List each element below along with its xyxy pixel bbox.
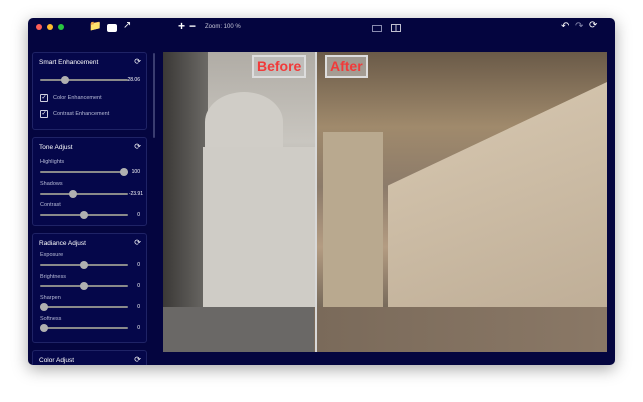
shadows-slider[interactable] xyxy=(40,190,128,198)
contrast-slider[interactable] xyxy=(40,211,128,219)
checkbox-label: Color Enhancement xyxy=(53,95,102,101)
sidebar-scrollbar[interactable] xyxy=(153,53,155,138)
checkbox-label: Contrast Enhancement xyxy=(53,111,110,117)
slider-knob[interactable] xyxy=(39,324,48,332)
smart-enhancement-panel: Smart Enhancement ⟳ 28.06 ✓ Color Enhanc… xyxy=(32,52,147,130)
clock-tower xyxy=(323,132,383,307)
zoom-level: Zoom: 100 % xyxy=(205,24,241,30)
slider-label: Shadows xyxy=(40,181,63,187)
zoom-in-button[interactable]: + xyxy=(178,19,185,33)
panel-title: Color Adjust xyxy=(39,357,75,364)
slider-value: 0 xyxy=(137,262,140,268)
slider-value: 0 xyxy=(137,212,140,218)
reset-icon[interactable]: ⟳ xyxy=(134,57,141,66)
split-divider-handle[interactable] xyxy=(315,52,317,352)
color-enhancement-checkbox[interactable]: ✓ xyxy=(40,94,48,102)
color-adjust-panel: Color Adjust ⟳ xyxy=(32,350,147,365)
softness-slider[interactable] xyxy=(39,324,128,332)
slider-value: 28.06 xyxy=(127,77,140,83)
slider-label: Contrast xyxy=(40,202,61,208)
slider-value: 0 xyxy=(137,325,140,331)
panel-title: Radiance Adjust xyxy=(39,240,86,247)
slider-label: Sharpen xyxy=(40,295,61,301)
reset-all-icon[interactable]: ⟳ xyxy=(589,20,597,31)
slider-label: Brightness xyxy=(40,274,66,280)
app-window: 📁 ↗ + − Zoom: 100 % ↶ ↷ ⟳ Smart Enhancem… xyxy=(28,18,615,365)
after-label: After xyxy=(325,55,368,78)
slider-value: 100 xyxy=(131,169,140,175)
facade xyxy=(203,147,315,307)
exposure-slider[interactable] xyxy=(40,261,128,269)
slider-knob[interactable] xyxy=(80,261,88,269)
reset-icon[interactable]: ⟳ xyxy=(134,355,141,364)
tone-adjust-panel: Tone Adjust ⟳ Highlights 100 Shadows -23… xyxy=(32,137,147,226)
sharpen-slider[interactable] xyxy=(39,303,128,311)
courtyard xyxy=(163,307,607,352)
photo-library-icon[interactable] xyxy=(107,24,117,32)
slider-knob[interactable] xyxy=(120,168,129,176)
slider-knob[interactable] xyxy=(80,282,88,290)
slider-value: 0 xyxy=(137,304,140,310)
split-view-icon[interactable] xyxy=(391,24,401,32)
slider-value: 0 xyxy=(137,283,140,289)
panel-title: Tone Adjust xyxy=(39,144,73,151)
slider-value: -23.91 xyxy=(128,191,143,197)
before-label: Before xyxy=(252,55,307,78)
smart-enhancement-slider[interactable] xyxy=(40,76,128,84)
radiance-adjust-panel: Radiance Adjust ⟳ Exposure 0 Brightness … xyxy=(32,233,147,343)
slider-knob[interactable] xyxy=(39,303,48,311)
slider-knob[interactable] xyxy=(80,211,88,219)
slider-label: Softness xyxy=(40,316,62,322)
panel-title: Smart Enhancement xyxy=(39,59,99,66)
photo-comparison-view[interactable]: Before After xyxy=(163,52,607,352)
brightness-slider[interactable] xyxy=(40,282,128,290)
zoom-out-button[interactable]: − xyxy=(189,19,196,33)
undo-icon[interactable]: ↶ xyxy=(561,21,569,32)
close-window-button[interactable] xyxy=(36,24,42,30)
single-view-icon[interactable] xyxy=(372,25,382,32)
redo-icon[interactable]: ↷ xyxy=(575,21,583,32)
slider-label: Exposure xyxy=(40,252,64,258)
reset-icon[interactable]: ⟳ xyxy=(134,238,141,247)
minimize-window-button[interactable] xyxy=(47,24,53,30)
slider-label: Highlights xyxy=(40,159,65,165)
reset-icon[interactable]: ⟳ xyxy=(134,142,141,151)
dome xyxy=(205,92,283,152)
highlights-slider[interactable] xyxy=(40,168,129,176)
maximize-window-button[interactable] xyxy=(58,24,64,30)
export-icon[interactable]: ↗ xyxy=(123,20,131,31)
contrast-enhancement-checkbox[interactable]: ✓ xyxy=(40,110,48,118)
slider-knob[interactable] xyxy=(69,190,78,198)
slider-knob[interactable] xyxy=(60,76,69,84)
open-folder-icon[interactable]: 📁 xyxy=(89,21,101,32)
